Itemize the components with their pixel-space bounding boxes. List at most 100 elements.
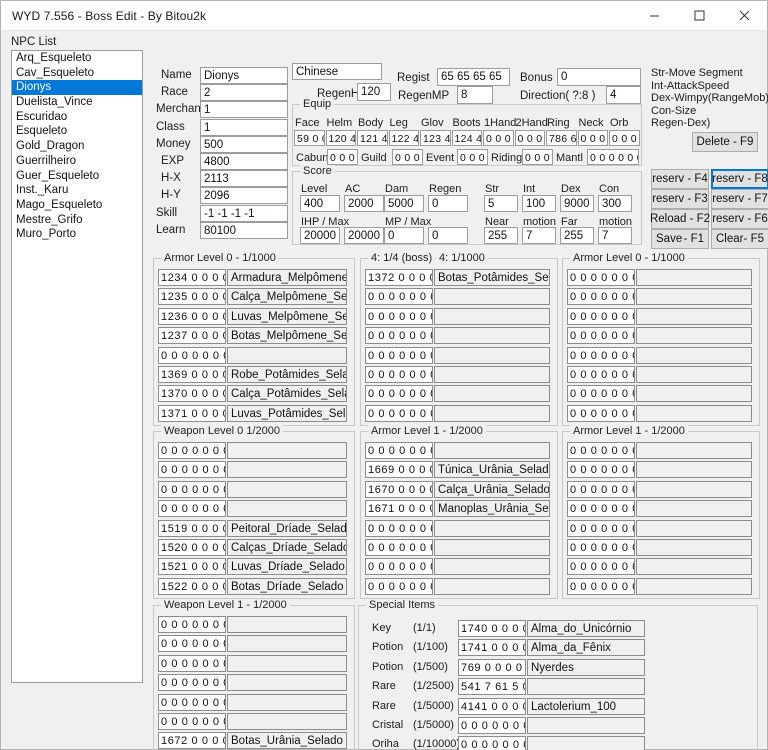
special-id-field-5[interactable]: 0 0 0 0 0 0 0 [458, 717, 526, 734]
loot-id-field[interactable]: 1672 0 0 0 0 0 0 [158, 732, 226, 750]
equip-field-face[interactable]: 59 0 0 0 0 0 0 [294, 130, 325, 146]
special-name-field-5[interactable] [527, 717, 645, 734]
loot-id-field[interactable]: 0 0 0 0 0 0 0 [567, 442, 635, 459]
loot-id-field[interactable]: 0 0 0 0 0 0 0 [158, 693, 226, 711]
list-item[interactable]: Dionys [12, 80, 142, 96]
loot-name-field[interactable] [434, 385, 550, 403]
loot-id-field[interactable]: 1370 0 0 0 0 0 0 [158, 385, 226, 403]
field-input-merchant[interactable]: 1 [200, 101, 288, 119]
loot-name-field[interactable]: Manoplas_Urânia_Selado [434, 500, 550, 518]
loot-id-field[interactable]: 0 0 0 0 0 0 0 [158, 480, 226, 498]
loot-name-field[interactable] [636, 480, 752, 498]
loot-id-field[interactable]: 0 0 0 0 0 0 0 [567, 539, 635, 556]
loot-id-field[interactable]: 0 0 0 0 0 0 0 [365, 288, 433, 306]
loot-name-field[interactable]: Calças_Dríade_Selado [227, 539, 347, 556]
score-row2-field-5[interactable]: 7 [522, 227, 556, 244]
loot-name-field[interactable] [636, 346, 752, 364]
loot-id-field[interactable]: 0 0 0 0 0 0 0 [365, 519, 433, 537]
loot-name-field[interactable] [434, 346, 550, 364]
loot-id-field[interactable]: 0 0 0 0 0 0 0 [567, 500, 635, 518]
loot-id-field[interactable]: 0 0 0 0 0 0 0 [365, 385, 433, 403]
special-id-field-3[interactable]: 541 7 61 5 0 0 [458, 678, 526, 696]
score-field-dex[interactable]: 9000 [560, 195, 594, 212]
score-row2-field-2[interactable]: 0 [384, 227, 424, 244]
special-name-field-1[interactable]: Alma_da_Fênix [527, 639, 645, 657]
score-field-level[interactable]: 400 [300, 195, 340, 212]
loot-id-field[interactable]: 1521 0 0 0 0 0 0 [158, 558, 226, 576]
loot-name-field[interactable] [227, 693, 347, 711]
equip-field-helm[interactable]: 120 4 0 0 0 0 0 [325, 130, 356, 146]
loot-name-field[interactable]: Robe_Potâmides_Selado [227, 366, 347, 383]
list-item[interactable]: Cav_Esqueleto [12, 66, 142, 81]
loot-name-field[interactable] [227, 635, 347, 653]
equip-field-neck[interactable]: 0 0 0 0 0 0 0 [577, 130, 608, 146]
loot-name-field[interactable] [636, 442, 752, 459]
loot-name-field[interactable] [636, 307, 752, 325]
score-row2-field-4[interactable]: 255 [484, 227, 518, 244]
loot-name-field[interactable] [434, 539, 550, 556]
equip-field-orb[interactable]: 0 0 0 0 0 0 0 [609, 130, 640, 146]
loot-name-field[interactable] [434, 327, 550, 345]
loot-id-field[interactable]: 1671 0 0 0 0 0 0 [365, 500, 433, 518]
button-reserv---f3[interactable]: reserv - F3 [651, 189, 709, 209]
loot-id-field[interactable]: 0 0 0 0 0 0 0 [158, 616, 226, 633]
loot-name-field[interactable] [636, 461, 752, 479]
equip-field-leg[interactable]: 122 4 0 0 0 0 0 [388, 130, 419, 146]
loot-name-field[interactable] [636, 385, 752, 403]
special-name-field-4[interactable]: Lactolerium_100 [527, 697, 645, 715]
loot-name-field[interactable]: Calça_Melpômene_Selado [227, 288, 347, 306]
special-id-field-2[interactable]: 769 0 0 0 0 0 0 [458, 658, 526, 676]
special-name-field-0[interactable]: Alma_do_Unicórnio [527, 620, 645, 637]
field-input-money[interactable]: 500 [200, 135, 288, 153]
loot-id-field[interactable]: 1236 0 0 0 0 0 0 [158, 307, 226, 325]
equip-field-guild[interactable]: 0 0 0 0 0 0 0 [392, 149, 423, 165]
field-input-exp[interactable]: 4800 [200, 153, 288, 170]
loot-id-field[interactable]: 0 0 0 0 0 0 0 [365, 366, 433, 383]
special-name-field-6[interactable] [527, 736, 645, 750]
loot-id-field[interactable]: 0 0 0 0 0 0 0 [567, 307, 635, 325]
equip-field-boots[interactable]: 124 4 0 0 0 0 0 [451, 130, 482, 146]
loot-name-field[interactable]: Peitoral_Dríade_Selado [227, 519, 347, 537]
button-save[interactable]: Save - F1 [651, 229, 709, 249]
equip-field-ring[interactable]: 786 60 0 0 0 0 0 [546, 130, 577, 146]
delete-button[interactable]: Delete - F9 [692, 132, 758, 152]
equip-field-glov[interactable]: 123 4 0 0 0 0 0 [420, 130, 451, 146]
equip-field-event[interactable]: 0 0 0 0 0 0 0 [457, 149, 488, 165]
loot-id-field[interactable]: 0 0 0 0 0 0 0 [567, 519, 635, 537]
loot-id-field[interactable]: 0 0 0 0 0 0 0 [567, 385, 635, 403]
minimize-icon[interactable] [632, 1, 677, 31]
loot-name-field[interactable] [636, 500, 752, 518]
loot-name-field[interactable] [227, 713, 347, 730]
button-clear[interactable]: Clear - F5 [711, 229, 768, 249]
loot-name-field[interactable] [636, 539, 752, 556]
button-reserv---f6[interactable]: reserv - F6 [711, 209, 768, 229]
loot-name-field[interactable] [434, 288, 550, 306]
chinese-field[interactable]: Chinese [292, 63, 382, 80]
loot-id-field[interactable]: 1369 0 0 0 0 0 0 [158, 366, 226, 383]
loot-id-field[interactable]: 0 0 0 0 0 0 0 [365, 346, 433, 364]
loot-id-field[interactable]: 0 0 0 0 0 0 0 [567, 327, 635, 345]
loot-id-field[interactable]: 1371 0 0 0 0 0 0 [158, 404, 226, 422]
loot-name-field[interactable] [227, 500, 347, 518]
field-input-class[interactable]: 1 [200, 118, 288, 136]
loot-id-field[interactable]: 0 0 0 0 0 0 0 [365, 558, 433, 576]
score-field-con[interactable]: 300 [598, 195, 632, 212]
regist-field[interactable]: 65 65 65 65 [437, 68, 510, 86]
loot-name-field[interactable] [434, 404, 550, 422]
loot-id-field[interactable]: 0 0 0 0 0 0 0 [567, 269, 635, 286]
loot-id-field[interactable]: 1520 0 0 0 0 0 0 [158, 539, 226, 556]
list-item[interactable]: Escuridao [12, 110, 142, 125]
direction-field[interactable]: 4 [606, 86, 641, 104]
score-row2-field-1[interactable]: 20000 [344, 227, 384, 244]
loot-name-field[interactable] [434, 577, 550, 595]
score-row2-field-6[interactable]: 255 [560, 227, 594, 244]
loot-id-field[interactable]: 0 0 0 0 0 0 0 [365, 307, 433, 325]
loot-id-field[interactable]: 0 0 0 0 0 0 0 [567, 461, 635, 479]
loot-id-field[interactable]: 0 0 0 0 0 0 0 [567, 366, 635, 383]
loot-name-field[interactable]: Botas_Melpômene_Selado [227, 327, 347, 345]
button-reserv---f7[interactable]: reserv - F7 [711, 189, 768, 209]
score-field-str[interactable]: 5 [484, 195, 518, 212]
loot-id-field[interactable]: 0 0 0 0 0 0 0 [365, 442, 433, 459]
special-id-field-1[interactable]: 1741 0 0 0 0 0 0 [458, 639, 526, 657]
field-input-hy[interactable]: 2096 [200, 187, 288, 205]
